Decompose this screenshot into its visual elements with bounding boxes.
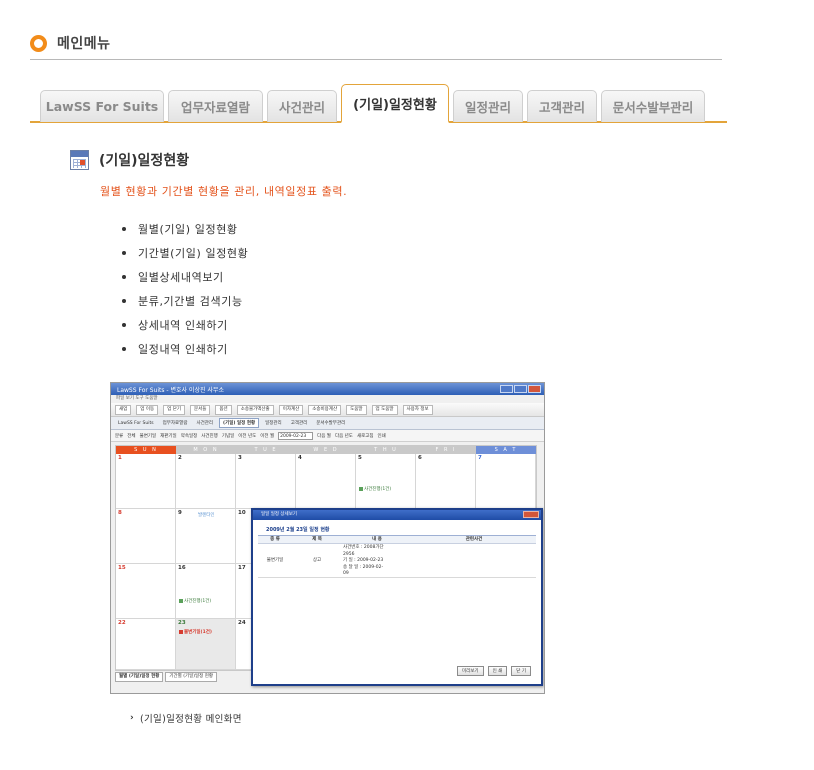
tab-customer-management[interactable]: 고객관리 [527, 90, 597, 122]
list-item: 일정내역 인쇄하기 [122, 337, 248, 361]
screenshot-titlebar: LawSS For Suits - 변호사 이상진 사무소 [111, 383, 544, 395]
print-button: 인 쇄 [487, 666, 508, 676]
dialog-table-header: 종 류 제 목 내 용 관련사건 [258, 536, 536, 544]
calendar-event: 사건진행(1건) [359, 486, 391, 492]
day-cell: 8 [116, 509, 176, 564]
screenshot-tab: 사건관리 [196, 421, 214, 426]
toolbar-item: 새업 [115, 404, 132, 415]
dialog-buttons: 미리보기 인 쇄 닫 기 [457, 666, 531, 676]
main-tabs: LawSS For Suits 업무자료열람 사건관리 (기일)일정현황 일정관… [30, 84, 727, 124]
main-heading-title: 메인메뉴 [57, 36, 111, 52]
day-cell: 16 [176, 564, 236, 619]
preview-button: 미리보기 [457, 666, 484, 676]
close-button: 닫 기 [511, 666, 531, 676]
section-title-text: (기일)일정현황 [99, 153, 190, 169]
weekday-mon: M O N [176, 446, 236, 454]
dialog-titlebar: 일일 일정 상세보기 [253, 510, 541, 520]
screenshot-filterbar: 분류 전체 불변기일 재판기일 약속일정 사건진행 기념일 이전 년도 이전 월… [111, 430, 544, 442]
app-screenshot: LawSS For Suits - 변호사 이상진 사무소 파일 보기 도구 도… [110, 382, 545, 694]
dialog-close-icon [523, 511, 539, 518]
close-icon [528, 385, 541, 393]
list-item: 월별(기일) 일정현황 [122, 217, 248, 241]
day-cell: 1 [116, 454, 176, 509]
screenshot-tab: 문서수발부관리 [316, 421, 346, 426]
screenshot-tab: 일정관리 [265, 421, 282, 426]
day-cell: 23 [176, 619, 236, 670]
toolbar-item: 소송비용계산 [308, 404, 342, 415]
day-cell: 7 [476, 454, 536, 509]
bullet-icon [122, 275, 126, 279]
toolbar-item: 업 도움말 [371, 404, 398, 415]
weekday-wed: W E D [296, 446, 356, 454]
list-item: 기간별(기일) 일정현황 [122, 241, 248, 265]
weekday-sat: S A T [476, 446, 536, 454]
bullet-icon [122, 227, 126, 231]
toolbar-item: 문서들 [190, 404, 211, 415]
list-item: 일별상세내역보기 [122, 265, 248, 289]
bottom-tab-monthly: 월별 (기일)일정 현황 [115, 672, 164, 682]
weekday-tue: T U E [236, 446, 296, 454]
calendar-event: 발렌타인 [198, 513, 215, 518]
tab-business-data[interactable]: 업무자료열람 [168, 90, 263, 122]
tab-schedule-management[interactable]: 일정관리 [453, 90, 523, 122]
tab-case-management[interactable]: 사건관리 [267, 90, 337, 122]
bottom-tab-period: 기간별 (기일)일정 현황 [165, 672, 218, 682]
section-title: (기일)일정현황 [70, 150, 189, 170]
screenshot-tab: 업무자료열람 [162, 421, 188, 426]
screenshot-caption: › (기일)일정현황 메인화면 [130, 713, 242, 725]
day-cell: 6 [416, 454, 476, 509]
toolbar-item: 이자계산 [278, 404, 304, 415]
tab-lawss-for-suits[interactable]: LawSS For Suits [40, 90, 164, 122]
toolbar-item: 사용자 정보 [402, 404, 433, 415]
screenshot-tab: 고객관리 [290, 421, 308, 426]
day-cell: 2 [176, 454, 236, 509]
day-cell: 3 [236, 454, 296, 509]
day-cell: 5 [356, 454, 416, 509]
bullet-icon [122, 251, 126, 255]
minimize-icon [500, 385, 513, 393]
section-description: 월별 현황과 기간별 현황을 관리, 내역일정표 출력. [100, 185, 348, 198]
screenshot-tab: LawSS For Suits [118, 420, 154, 426]
toolbar-item: 업 이동 [136, 404, 159, 415]
weekday-header: S U N M O N T U E W E D T H U F R I S A … [116, 446, 536, 454]
calendar-event: 사건진행(1건) [179, 598, 211, 604]
daily-detail-dialog: 일일 일정 상세보기 2009년 2월 23일 일정 현황 종 류 제 목 내 … [251, 508, 543, 686]
bullet-icon [122, 347, 126, 351]
toolbar-item: 도움말 [346, 404, 367, 415]
heading-divider [30, 59, 722, 60]
bullet-icon [122, 299, 126, 303]
tab-schedule-status[interactable]: (기일)일정현황 [341, 84, 449, 123]
main-heading: 메인메뉴 [30, 33, 111, 53]
day-cell: 15 [116, 564, 176, 619]
feature-list: 월별(기일) 일정현황 기간별(기일) 일정현황 일별상세내역보기 분류,기간별… [122, 217, 248, 361]
window-buttons [500, 385, 541, 393]
maximize-icon [514, 385, 527, 393]
list-item: 상세내역 인쇄하기 [122, 313, 248, 337]
dialog-subtitle: 2009년 2월 23일 일정 현황 [258, 524, 536, 536]
toolbar-item: 업 닫기 [163, 404, 185, 415]
toolbar-item: 소송물가액산출 [236, 404, 274, 415]
weekday-fri: F R I [416, 446, 476, 454]
tab-document-management[interactable]: 문서수발부관리 [601, 90, 705, 122]
date-field: 2009-02-23 [278, 431, 314, 440]
calendar-event: 불변기일(1건) [179, 629, 212, 635]
screenshot-toolbar: 새업 업 이동 업 닫기 문서들 옵션 소송물가액산출 이자계산 소송비용계산 … [111, 403, 544, 417]
weekday-thu: T H U [356, 446, 416, 454]
calendar-icon [70, 150, 89, 170]
list-item: 분류,기간별 검색기능 [122, 289, 248, 313]
dialog-table-row: 불변기일 상고 사건번호 : 2008가단 2956 기 일 : 2009-02… [258, 544, 536, 578]
screenshot-menubar: 파일 보기 도구 도움말 [111, 395, 544, 403]
screenshot-tabbar: LawSS For Suits 업무자료열람 사건관리 (기일) 일정 현황 일… [111, 417, 544, 430]
day-cell: 4 [296, 454, 356, 509]
day-cell: 22 [116, 619, 176, 670]
screenshot-tab: (기일) 일정 현황 [219, 418, 260, 428]
toolbar-item: 옵션 [215, 404, 232, 415]
orange-ring-icon [30, 34, 47, 52]
bullet-icon [122, 323, 126, 327]
chevron-right-icon: › [130, 713, 135, 723]
weekday-sun: S U N [116, 446, 176, 454]
